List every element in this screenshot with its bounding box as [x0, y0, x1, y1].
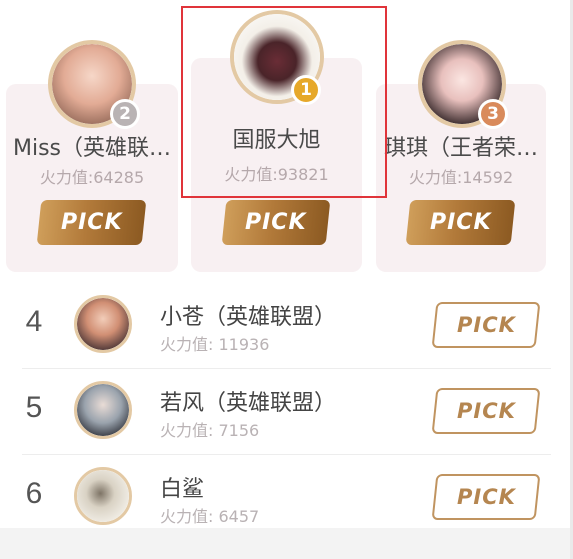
rank-number: 5: [25, 391, 43, 424]
avatar[interactable]: [74, 381, 132, 439]
fire-score: 火力值: 6457: [160, 507, 260, 526]
streamer-name: 若风（英雄联盟）: [160, 391, 337, 416]
pick-button[interactable]: PICK: [431, 388, 541, 434]
streamer-name: 小苍（英雄联盟）: [160, 305, 337, 330]
pick-button[interactable]: PICK: [405, 200, 516, 245]
pick-button-label: PICK: [245, 210, 307, 235]
list-item[interactable]: 4 小苍（英雄联盟） 火力值: 11936 PICK: [0, 283, 573, 368]
pick-button-label: PICK: [456, 399, 516, 423]
bottom-bar: [0, 528, 573, 559]
fire-score: 火力值: 11936: [160, 335, 270, 354]
avatar[interactable]: [74, 467, 132, 525]
podium-name: 琪琪（王者荣…: [383, 136, 538, 161]
avatar-image: [77, 384, 129, 436]
pick-button-label: PICK: [456, 485, 516, 509]
pick-button[interactable]: PICK: [221, 200, 331, 245]
pick-button-label: PICK: [456, 313, 516, 337]
podium-name: 国服大旭: [232, 128, 321, 153]
pick-button[interactable]: PICK: [36, 200, 147, 245]
fire-score: 火力值: 7156: [160, 421, 260, 440]
pick-button-label: PICK: [60, 210, 123, 235]
rank-badge: 1: [291, 75, 321, 105]
avatar-image: [77, 298, 129, 350]
pick-button[interactable]: PICK: [431, 302, 541, 348]
podium-score: 火力值:14592: [408, 168, 514, 187]
podium-score: 火力值:64285: [39, 168, 145, 187]
rank-badge: 3: [478, 99, 508, 129]
rank-number: 4: [25, 305, 43, 338]
avatar-image: [77, 470, 129, 522]
podium-name: Miss（英雄联…: [12, 136, 172, 161]
pick-button-label: PICK: [429, 210, 492, 235]
list-item[interactable]: 5 若风（英雄联盟） 火力值: 7156 PICK: [0, 369, 573, 454]
avatar[interactable]: [74, 295, 132, 353]
pick-button[interactable]: PICK: [431, 474, 541, 520]
podium-score: 火力值:93821: [224, 165, 329, 184]
rank-number: 6: [25, 477, 43, 510]
rank-badge: 2: [110, 99, 140, 129]
streamer-name: 白鲨: [160, 477, 205, 502]
